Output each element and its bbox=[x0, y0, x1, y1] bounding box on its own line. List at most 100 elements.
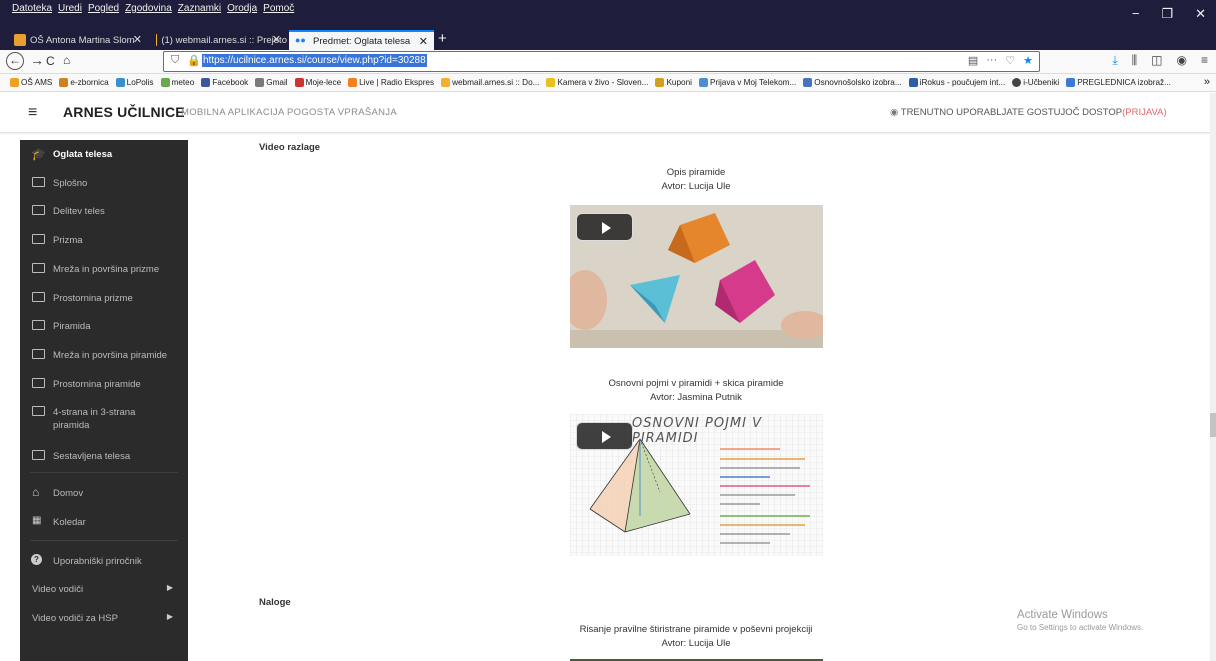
sidebar-item-label: Koledar bbox=[53, 517, 86, 528]
tab-label: Predmet: Oglata telesa bbox=[313, 35, 411, 47]
activation-title: Activate Windows bbox=[1017, 609, 1108, 621]
hamburger-menu-icon[interactable]: ≡ bbox=[1201, 53, 1208, 68]
shield-icon: ⛉ bbox=[171, 54, 180, 66]
tab-webmail[interactable]: (1) webmail.arnes.si :: Prejeto ✕ bbox=[150, 30, 287, 50]
bookmarks-overflow-button[interactable]: » bbox=[1204, 76, 1210, 88]
video-author: Avtor: Jasmina Putnik bbox=[650, 392, 742, 403]
video-title: Opis piramide bbox=[666, 167, 726, 178]
section-title-naloge: Naloge bbox=[259, 597, 291, 608]
sidebar-item-label: Uporabniški priročnik bbox=[53, 556, 142, 567]
mobile-app-link[interactable]: MOBILNA APLIKACIJA bbox=[181, 107, 285, 118]
bookmark-telekom[interactable]: Prijava v Moj Telekom... bbox=[698, 78, 796, 87]
brand-logo[interactable]: ARNES UČILNICE bbox=[63, 104, 185, 120]
home-button[interactable]: ⌂ bbox=[63, 53, 70, 67]
back-button[interactable]: ← bbox=[6, 52, 24, 70]
caret-right-icon: ▶ bbox=[166, 583, 173, 592]
tab-os-ams[interactable]: OŠ Antona Martina Slomška Vr ✕ bbox=[8, 30, 148, 50]
bookmark-icon bbox=[441, 78, 451, 87]
bookmark-star-icon[interactable]: ★ bbox=[1023, 54, 1033, 67]
close-tab-icon[interactable]: ✕ bbox=[419, 35, 428, 48]
bookmark-icon bbox=[160, 78, 170, 87]
menu-zgodovina[interactable]: Zgodovina bbox=[125, 3, 172, 14]
faq-link[interactable]: POGOSTA VPRAŠANJA bbox=[287, 107, 397, 118]
sidebar-item-label: Prizma bbox=[53, 235, 83, 246]
pocket-icon[interactable]: ♡ bbox=[1005, 54, 1015, 67]
account-icon[interactable]: ◉ bbox=[1177, 53, 1187, 68]
bookmark-lopolis[interactable]: LoPolis bbox=[115, 78, 154, 87]
menu-pogled[interactable]: Pogled bbox=[88, 3, 119, 14]
sidebar-item-label: Delitev teles bbox=[53, 206, 105, 217]
forward-button[interactable]: → bbox=[30, 52, 44, 68]
bookmark-os-ams[interactable]: OŠ AMS bbox=[10, 78, 52, 87]
bookmark-icon bbox=[348, 78, 358, 87]
play-button[interactable] bbox=[576, 422, 633, 450]
bookmark-icon bbox=[698, 78, 708, 87]
sidebar-item-label: 4-strana in 3-strana piramida bbox=[53, 407, 136, 431]
lock-icon: 🔒 bbox=[187, 55, 201, 67]
guest-label: TRENUTNO UPORABLJATE GOSTUJOČ DOSTOP bbox=[900, 107, 1123, 118]
close-window-button[interactable]: ✕ bbox=[1195, 6, 1206, 22]
close-tab-icon[interactable]: ✕ bbox=[133, 33, 142, 46]
bookmark-label: Osnovnošolsko izobra... bbox=[814, 78, 902, 87]
minimize-button[interactable]: − bbox=[1132, 6, 1140, 22]
menu-pomoc[interactable]: Pomoč bbox=[263, 3, 294, 14]
bookmark-kamera[interactable]: Kamera v živo - Sloven... bbox=[546, 78, 648, 87]
drawer-toggle-icon[interactable]: ≡ bbox=[28, 104, 37, 122]
bookmark-i-ucbeniki[interactable]: i-Učbeniki bbox=[1012, 78, 1059, 87]
folder-icon bbox=[32, 234, 45, 244]
page-scrollbar[interactable] bbox=[1210, 93, 1216, 661]
url-bar[interactable]: ⛉ 🔒 https://ucilnice.arnes.si/course/vie… bbox=[163, 51, 1040, 72]
bookmark-radio-ekspres[interactable]: Live | Radio Ekspres bbox=[348, 78, 434, 87]
caret-right-icon: ▶ bbox=[166, 612, 173, 621]
bookmark-irokus[interactable]: iRokus - poučujem int... bbox=[908, 78, 1005, 87]
play-button[interactable] bbox=[576, 213, 633, 241]
video-player-opis-piramide[interactable] bbox=[570, 205, 823, 348]
bookmark-label: Kamera v živo - Sloven... bbox=[557, 78, 649, 87]
sidebar-item-label: Domov bbox=[53, 488, 84, 499]
scrollbar-thumb[interactable] bbox=[1210, 413, 1216, 437]
tab-oglata-telesa[interactable]: ●● Predmet: Oglata telesa ✕ bbox=[289, 30, 434, 50]
bookmark-kuponi[interactable]: Kuponi bbox=[655, 78, 692, 87]
course-sidebar: 🎓 Oglata telesa Splošno Delitev teles Pr… bbox=[20, 140, 188, 661]
bookmark-moje-lece[interactable]: Moje-lece bbox=[294, 78, 341, 87]
bookmark-osnovnosolsko[interactable]: Osnovnošolsko izobra... bbox=[803, 78, 902, 87]
bookmark-gmail[interactable]: Gmail bbox=[255, 78, 288, 87]
bookmark-icon bbox=[294, 78, 304, 87]
bookmark-icon bbox=[655, 78, 665, 87]
bookmark-facebook[interactable]: Facebook bbox=[201, 78, 248, 87]
new-tab-button[interactable]: + bbox=[438, 30, 447, 48]
menu-uredi[interactable]: Uredi bbox=[58, 3, 82, 14]
bookmark-webmail[interactable]: webmail.arnes.si :: Do... bbox=[441, 78, 539, 87]
webmail-favicon-icon bbox=[156, 34, 158, 46]
url-text[interactable]: https://ucilnice.arnes.si/course/view.ph… bbox=[202, 54, 427, 67]
reader-view-icon[interactable]: ▤ bbox=[968, 54, 978, 67]
folder-icon bbox=[32, 406, 45, 416]
close-tab-icon[interactable]: ✕ bbox=[272, 33, 281, 46]
bookmark-label: i-Učbeniki bbox=[1023, 78, 1060, 87]
folder-icon bbox=[32, 292, 45, 302]
page-actions-button[interactable]: ··· bbox=[986, 54, 997, 67]
menu-orodja[interactable]: Orodja bbox=[227, 3, 257, 14]
login-link[interactable]: (PRIJAVA) bbox=[1122, 107, 1167, 118]
bookmark-e-zbornica[interactable]: e-zbornica bbox=[59, 78, 109, 87]
library-icon[interactable]: ⫼ bbox=[1132, 53, 1138, 68]
sidebar-divider bbox=[30, 472, 178, 473]
tab-label: OŠ Antona Martina Slomška Vr bbox=[30, 34, 135, 46]
video-player-osnovni-pojmi[interactable]: OSNOVNI POJMI V PIRAMIDI bbox=[570, 414, 823, 556]
folder-icon bbox=[32, 349, 45, 359]
sidebar-item-label: Sestavljena telesa bbox=[53, 451, 131, 462]
bookmark-icon bbox=[59, 78, 69, 87]
video-author: Avtor: Lucija Ule bbox=[661, 638, 731, 649]
windows-activation-watermark: Activate Windows Go to Settings to activ… bbox=[1017, 609, 1143, 632]
restore-button[interactable]: ❐ bbox=[1161, 6, 1173, 22]
bookmark-meteo[interactable]: meteo bbox=[160, 78, 194, 87]
sidebar-toggle-icon[interactable]: ◫ bbox=[1151, 53, 1162, 68]
menu-zaznamki[interactable]: Zaznamki bbox=[178, 3, 221, 14]
bookmark-preglednica[interactable]: PREGLEDNICA izobraž... bbox=[1066, 78, 1171, 87]
graduation-cap-icon: 🎓 bbox=[31, 147, 46, 161]
bookmark-icon bbox=[803, 78, 813, 87]
facebook-icon bbox=[201, 78, 211, 87]
download-icon[interactable]: ⤓ bbox=[1112, 53, 1117, 68]
menu-datoteka[interactable]: Datoteka bbox=[12, 3, 52, 14]
reload-button[interactable]: C bbox=[46, 54, 55, 68]
